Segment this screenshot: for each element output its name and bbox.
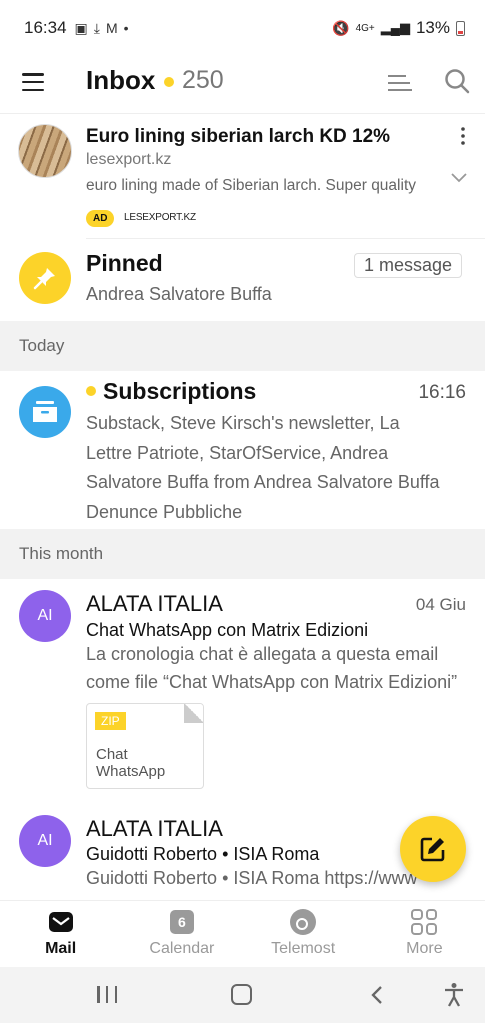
mute-icon: 🔇 <box>332 19 350 36</box>
compose-button[interactable] <box>400 816 466 882</box>
mail-subject: Guidotti Roberto • ISIA Roma <box>86 844 320 864</box>
gallery-icon: ▣ <box>74 19 88 36</box>
tab-label: Mail <box>45 939 77 957</box>
mail-icon <box>48 910 74 934</box>
ad-badge: AD <box>86 210 115 227</box>
subscriptions-senders: Substack, Steve Kirsch's newsletter, La … <box>86 413 440 522</box>
attachment-type-badge: ZIP <box>95 712 126 730</box>
accessibility-icon[interactable] <box>442 982 466 1008</box>
unread-dot-icon <box>164 77 174 87</box>
mail-snippet: La cronologia chat è allegata a questa e… <box>86 644 458 692</box>
attachment-name: Chat WhatsApp <box>96 746 166 780</box>
avatar: AI <box>19 815 71 867</box>
ad-item[interactable]: Euro lining siberian larch KD 12% lesexp… <box>0 115 485 238</box>
unread-count: 250 <box>182 66 224 94</box>
recent-apps-icon[interactable] <box>97 986 117 1003</box>
system-nav-bar <box>0 967 485 1023</box>
page-title: Inbox <box>86 65 156 95</box>
status-system-icons: 🔇 4G+ ▂▄▆ 13% <box>332 18 465 38</box>
dot-icon: • <box>123 20 129 36</box>
more-options-icon[interactable] <box>455 127 471 145</box>
more-grid-icon <box>411 908 438 935</box>
section-header-this-month: This month <box>0 529 485 579</box>
ad-title: Euro lining siberian larch KD 12% <box>86 126 391 147</box>
pinned-count-badge: 1 message <box>354 253 463 278</box>
pinned-title: Pinned <box>86 250 163 276</box>
back-icon[interactable] <box>370 985 384 1005</box>
tab-calendar[interactable]: 6 Calendar <box>121 901 242 966</box>
tab-label: Telemost <box>271 939 336 957</box>
chevron-down-icon[interactable] <box>450 170 468 184</box>
pinned-sender: Andrea Salvatore Buffa <box>86 284 272 304</box>
telemost-icon <box>290 908 317 935</box>
status-bar: 16:34 ▣ ⤓ M • 🔇 4G+ ▂▄▆ 13% <box>0 0 485 56</box>
subscriptions-time: 16:16 <box>418 382 466 403</box>
download-icon: ⤓ <box>93 19 100 36</box>
menu-icon[interactable] <box>22 73 44 91</box>
tab-telemost[interactable]: Telemost <box>243 901 364 966</box>
file-corner-icon <box>184 704 203 723</box>
avatar: AI <box>19 590 71 642</box>
search-icon[interactable] <box>444 68 470 94</box>
battery-level: 13% <box>415 18 450 37</box>
mail-item[interactable]: AI ALATA ITALIA 04 Giu Chat WhatsApp con… <box>0 579 485 809</box>
calendar-icon: 6 <box>169 909 194 934</box>
mail-sender: ALATA ITALIA <box>86 591 223 616</box>
filter-icon[interactable] <box>388 74 412 92</box>
section-header-today: Today <box>0 321 485 371</box>
gmail-icon: M <box>105 20 118 36</box>
subscriptions-icon <box>19 386 71 438</box>
attachment-card[interactable]: ZIP Chat WhatsApp <box>86 703 204 789</box>
tab-more[interactable]: More <box>364 901 485 966</box>
ad-thumbnail <box>18 124 72 178</box>
status-time: 16:34 <box>24 18 67 37</box>
mail-date: 04 Giu <box>415 595 466 614</box>
ad-source: LESEXPORT.KZ <box>124 212 196 223</box>
bottom-tab-bar: Mail 6 Calendar Telemost More <box>0 900 485 966</box>
compose-icon <box>420 837 445 862</box>
ad-snippet: euro lining made of Siberian larch. Supe… <box>86 177 416 194</box>
network-type: 4G+ <box>355 22 375 34</box>
mail-snippet: Guidotti Roberto • ISIA Roma https://www <box>86 868 418 888</box>
signal-icon: ▂▄▆ <box>380 20 410 35</box>
tab-label: More <box>406 939 443 957</box>
ad-domain: lesexport.kz <box>86 151 172 168</box>
pin-icon <box>19 252 71 304</box>
tab-mail[interactable]: Mail <box>0 901 121 966</box>
subscriptions-title: Subscriptions <box>103 378 257 404</box>
mail-sender: ALATA ITALIA <box>86 816 223 841</box>
tab-label: Calendar <box>149 939 215 957</box>
unread-dot-icon <box>86 386 96 396</box>
home-icon[interactable] <box>231 984 252 1005</box>
status-notification-icons: ▣ ⤓ M • <box>75 20 129 37</box>
pinned-item[interactable]: Pinned 1 message Andrea Salvatore Buffa <box>0 239 485 321</box>
mail-subject: Chat WhatsApp con Matrix Edizioni <box>86 620 369 640</box>
app-header: Inbox 250 <box>0 56 485 114</box>
subscriptions-item[interactable]: Subscriptions 16:16 Substack, Steve Kirs… <box>0 371 485 529</box>
battery-icon <box>456 20 465 36</box>
